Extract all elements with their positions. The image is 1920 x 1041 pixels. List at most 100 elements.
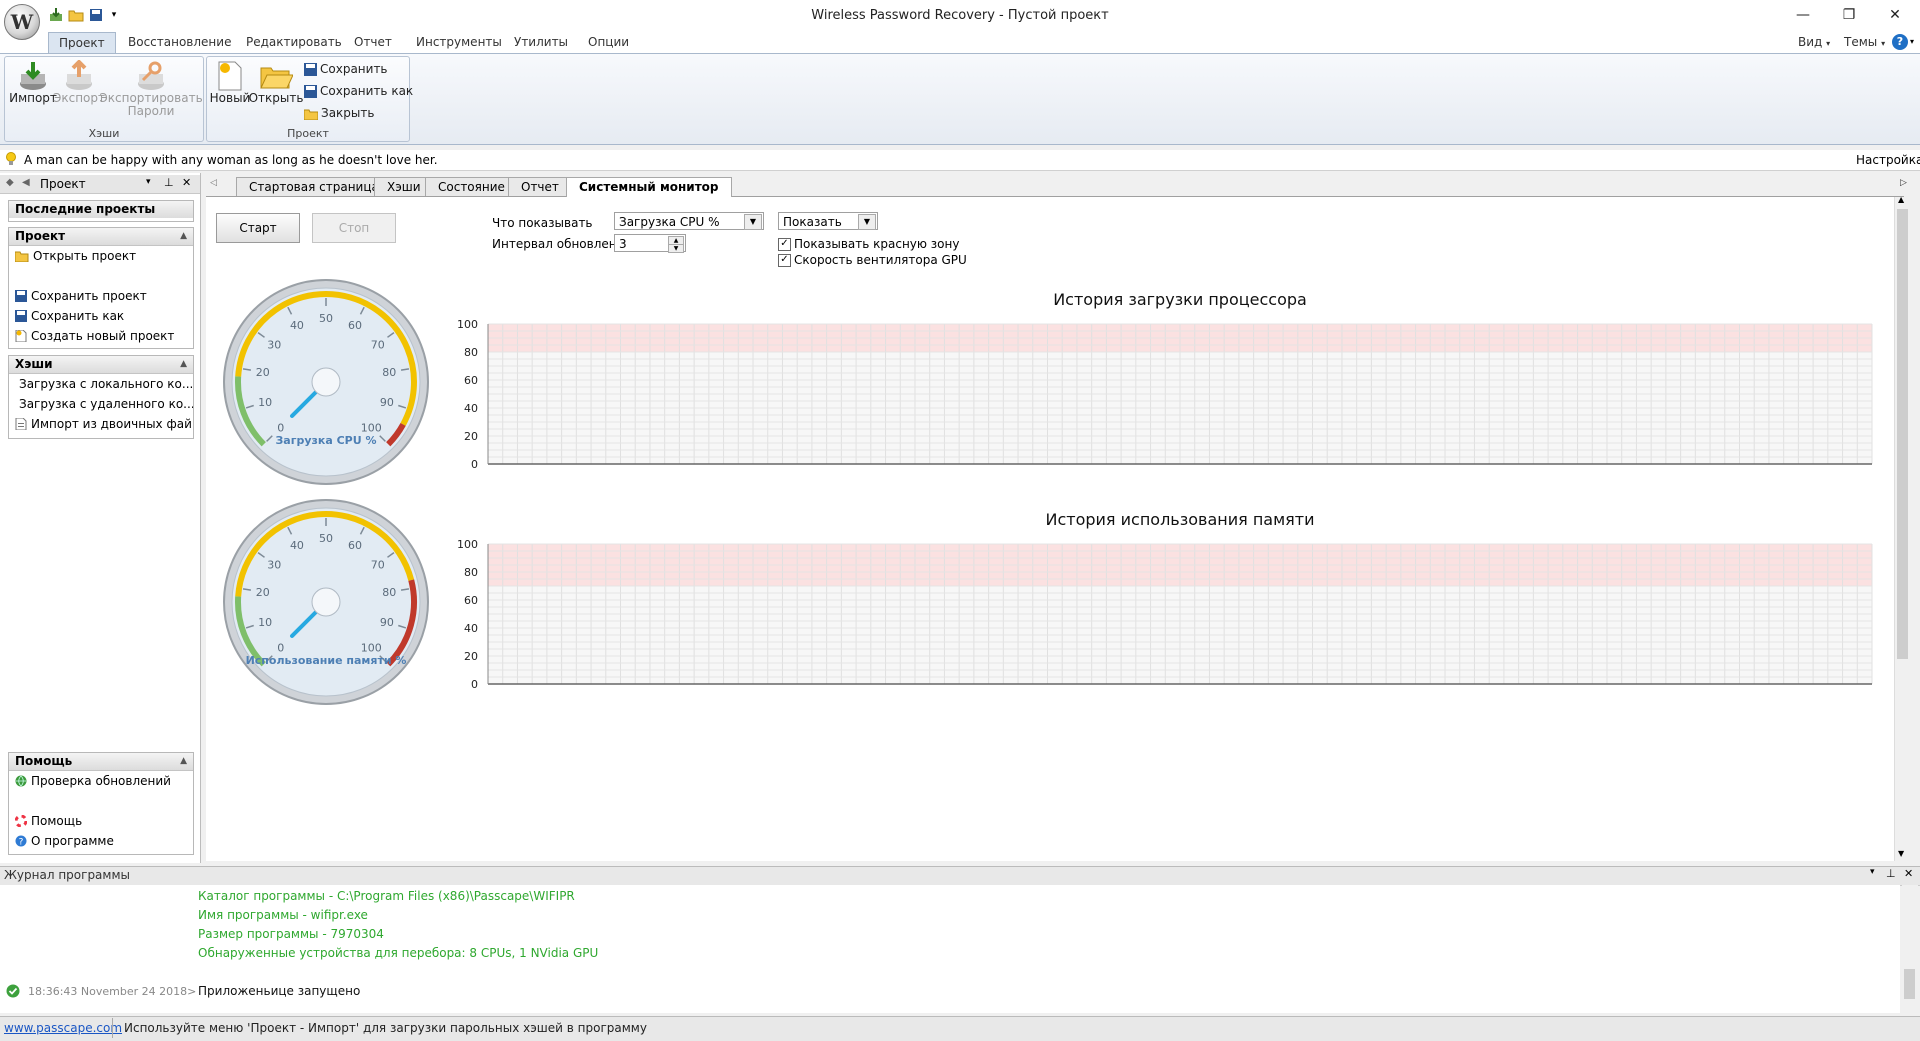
y-tick-label: 60 — [464, 374, 478, 387]
save-project-item[interactable]: Сохранить проект — [9, 286, 193, 306]
recent-projects-title: Последние проекты — [15, 202, 156, 216]
export-icon — [66, 60, 92, 90]
tab-project[interactable]: Проект — [48, 32, 116, 53]
pin-icon[interactable]: ⊥ — [164, 176, 174, 189]
start-button[interactable]: Старт — [216, 213, 300, 243]
import-button[interactable]: Импорт — [9, 60, 57, 105]
what-to-show-select[interactable]: Загрузка CPU % ▼ — [614, 212, 764, 230]
log-message: Приложеньице запущено — [198, 984, 361, 998]
help-dropdown-icon[interactable]: ▾ — [1910, 37, 1914, 46]
help-icon[interactable]: ? — [1892, 34, 1908, 50]
help-item[interactable]: Помощь — [9, 811, 193, 831]
load-remote-item[interactable]: Загрузка с удаленного ко... — [9, 394, 193, 414]
scrollbar-thumb[interactable] — [1897, 209, 1908, 659]
log-pin-icon[interactable]: ⊥ — [1886, 867, 1896, 880]
left-pane-title: Проект — [40, 177, 86, 191]
collapse-icon[interactable]: ▲ — [180, 753, 187, 770]
tab-state[interactable]: Состояние — [425, 177, 518, 196]
ribbon-group-label: Хэши — [88, 127, 120, 140]
tab-start-page[interactable]: Стартовая страница — [236, 177, 392, 196]
recent-projects-header[interactable]: Последние проекты — [9, 201, 193, 218]
gauge-tick-label: 30 — [267, 558, 281, 571]
chevron-down-icon[interactable]: ▼ — [744, 214, 762, 230]
hashes-panel-header[interactable]: Хэши ▲ — [9, 356, 193, 374]
lifebuoy-icon — [15, 815, 27, 827]
show-select[interactable]: Показать ▼ — [778, 212, 878, 230]
tab-utilities[interactable]: Утилиты — [504, 32, 578, 52]
stop-button[interactable]: Стоп — [312, 213, 396, 243]
open-button[interactable]: Открыть — [249, 60, 303, 105]
tab-tools[interactable]: Инструменты — [406, 32, 512, 52]
pane-menu-icon[interactable]: ▾ — [146, 177, 151, 187]
tab-system-monitor[interactable]: Системный монитор — [566, 177, 732, 198]
about-item[interactable]: ? О программе — [9, 831, 193, 851]
scroll-up-icon[interactable]: ▲ — [1898, 195, 1904, 204]
gauge-tick-label: 90 — [380, 396, 394, 409]
y-tick-label: 40 — [464, 402, 478, 415]
gauge-tick-label: 70 — [371, 558, 385, 571]
vertical-scrollbar[interactable]: ▲ ▼ — [1894, 195, 1911, 861]
show-red-zone-checkbox[interactable]: ✓ — [778, 238, 791, 251]
cpu-history-chart: 100 80 60 40 20 0 — [457, 318, 1873, 471]
pane-close-icon[interactable]: ✕ — [182, 176, 191, 189]
close-button[interactable]: ✕ — [1872, 0, 1918, 30]
log-scrollbar[interactable] — [1902, 885, 1918, 1013]
tab-report[interactable]: Отчет — [508, 177, 572, 196]
log-close-icon[interactable]: ✕ — [1904, 867, 1913, 880]
check-updates-item[interactable]: Проверка обновлений — [9, 771, 193, 791]
export-button[interactable]: Экспорт — [53, 60, 105, 105]
save-as-item[interactable]: Сохранить как — [9, 306, 193, 326]
scroll-down-icon[interactable]: ▼ — [1898, 849, 1904, 858]
open-label: Открыть — [248, 91, 304, 105]
log-title: Журнал программы — [4, 868, 130, 882]
gpu-fan-checkbox[interactable]: ✓ — [778, 254, 791, 267]
gauge-tick-label: 70 — [371, 338, 385, 351]
settings-link[interactable]: Настройка — [1856, 153, 1920, 167]
project-panel-header[interactable]: Проект ▲ — [9, 228, 193, 246]
save-button[interactable]: Сохранить — [304, 60, 388, 78]
y-tick-label: 60 — [464, 594, 478, 607]
tab-report[interactable]: Отчет — [344, 32, 402, 52]
save-as-icon — [15, 310, 27, 322]
chevron-down-icon[interactable]: ▼ — [858, 214, 876, 230]
create-project-item[interactable]: Создать новый проект — [9, 326, 193, 346]
interval-value: 3 — [619, 237, 627, 251]
minimize-button[interactable]: — — [1780, 0, 1826, 30]
spin-down-icon[interactable]: ▼ — [668, 244, 684, 253]
tab-scroll-right-icon[interactable]: ▷ — [1900, 178, 1907, 188]
open-folder-icon — [15, 251, 29, 262]
interval-spinner[interactable]: 3 ▲ ▼ — [614, 234, 686, 253]
help-label: Помощь — [31, 814, 83, 828]
maximize-button[interactable]: ❐ — [1826, 0, 1872, 30]
save-label: Сохранить — [320, 62, 388, 76]
new-document-icon — [15, 330, 27, 342]
open-project-item[interactable]: Открыть проект — [9, 246, 193, 266]
import-binary-item[interactable]: Импорт из двоичных фай — [9, 414, 193, 434]
themes-menu[interactable]: Темы ▾ — [1840, 32, 1889, 52]
log-scrollbar-thumb[interactable] — [1904, 969, 1915, 999]
what-to-show-label: Что показывать — [492, 216, 593, 230]
create-project-label: Создать новый проект — [31, 329, 175, 343]
close-project-button[interactable]: Закрыть — [304, 104, 374, 122]
app-logo-icon[interactable]: W — [4, 4, 40, 40]
gauge-tick-label: 20 — [256, 366, 270, 379]
save-as-button[interactable]: Сохранить как — [304, 82, 413, 100]
collapse-icon[interactable]: ▲ — [180, 356, 187, 373]
tab-recovery[interactable]: Восстановление — [118, 32, 241, 52]
website-link[interactable]: www.passcape.com — [4, 1021, 122, 1035]
pane-nav-icon[interactable]: ◆ — [6, 177, 14, 188]
collapse-icon[interactable]: ▲ — [180, 228, 187, 245]
help-panel-header[interactable]: Помощь ▲ — [9, 753, 193, 771]
export-passwords-button[interactable]: Экспортировать Пароли — [99, 60, 203, 118]
load-local-item[interactable]: Загрузка с локального ко... — [9, 374, 193, 394]
new-button[interactable]: Новый — [210, 60, 250, 105]
view-menu[interactable]: Вид ▾ — [1794, 32, 1834, 52]
tab-options[interactable]: Опции — [578, 32, 639, 52]
tab-edit[interactable]: Редактировать — [236, 32, 352, 52]
themes-label: Темы — [1844, 35, 1878, 49]
y-tick-label: 0 — [471, 678, 478, 691]
log-menu-icon[interactable]: ▾ — [1870, 867, 1875, 877]
pane-back-icon[interactable]: ◀ — [22, 177, 30, 188]
memory-history-chart: 100 80 60 40 20 0 — [457, 538, 1873, 691]
tab-scroll-left-icon[interactable]: ◁ — [210, 178, 217, 188]
